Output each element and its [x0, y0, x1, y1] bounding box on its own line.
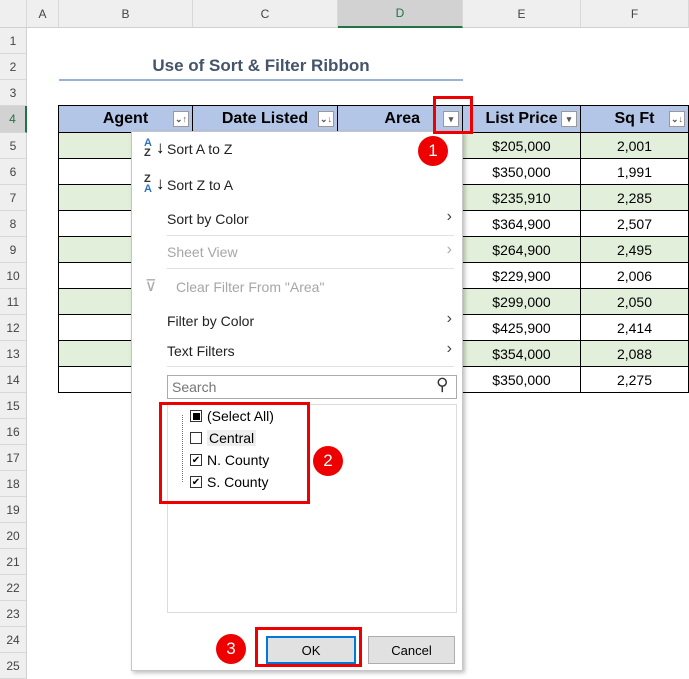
filter-by-color[interactable]: Filter by Color — [167, 313, 254, 329]
filter-dropdown-menu: AZ ↓ Sort A to Z ZA ↓ Sort Z to A Sort b… — [131, 131, 463, 671]
step-badge-3: 3 — [216, 634, 246, 664]
row-header-15[interactable]: 15 — [0, 393, 27, 419]
search-icon: ⚲ — [436, 375, 449, 394]
row-header-23[interactable]: 23 — [0, 601, 27, 627]
row-header-24[interactable]: 24 — [0, 627, 27, 653]
title-underline — [59, 79, 463, 81]
arrow-down-icon: ↓ — [156, 138, 165, 157]
table-cell-price[interactable]: $350,000 — [462, 366, 581, 393]
table-cell-sqft[interactable]: 2,275 — [580, 366, 689, 393]
table-cell-price[interactable]: $425,900 — [462, 314, 581, 341]
cancel-button[interactable]: Cancel — [368, 636, 455, 664]
table-cell-sqft[interactable]: 2,495 — [580, 236, 689, 263]
table-cell-sqft[interactable]: 2,414 — [580, 314, 689, 341]
column-header-C[interactable]: C — [193, 0, 338, 28]
chevron-right-icon: › — [446, 310, 452, 327]
column-header-F[interactable]: F — [581, 0, 689, 28]
table-cell-price[interactable]: $205,000 — [462, 132, 581, 159]
header-label: Sq Ft — [614, 110, 655, 127]
chevron-right-icon: › — [446, 340, 452, 357]
row-header-7[interactable]: 7 — [0, 185, 27, 211]
header-label: Agent — [102, 110, 149, 127]
row-header-3[interactable]: 3 — [0, 80, 27, 106]
row-header-6[interactable]: 6 — [0, 159, 27, 185]
divider — [167, 366, 454, 367]
table-header-cell: List Price ▾ — [462, 105, 581, 133]
step-badge-1: 1 — [418, 136, 448, 166]
table-cell-sqft[interactable]: 2,507 — [580, 210, 689, 237]
filter-dropdown-button[interactable]: ⌄↓ — [669, 111, 685, 127]
table-cell-sqft[interactable]: 1,991 — [580, 158, 689, 185]
row-header-17[interactable]: 17 — [0, 445, 27, 471]
table-cell-price[interactable]: $235,910 — [462, 184, 581, 211]
header-label: List Price — [485, 110, 558, 127]
row-header-9[interactable]: 9 — [0, 237, 27, 263]
sheet-title: Use of Sort & Filter Ribbon — [152, 56, 370, 75]
sort-za-icon: ZA — [144, 173, 152, 195]
row-header-18[interactable]: 18 — [0, 471, 27, 497]
divider — [167, 235, 454, 236]
annotation-box-3 — [255, 627, 362, 667]
row-header-11[interactable]: 11 — [0, 289, 27, 315]
row-header-25[interactable]: 25 — [0, 653, 27, 679]
table-header-cell: Agent ⌄↑ — [58, 105, 193, 133]
row-header-1[interactable]: 1 — [0, 28, 27, 54]
sheet-view: Sheet View — [167, 244, 238, 260]
table-cell-sqft[interactable]: 2,088 — [580, 340, 689, 367]
row-header-20[interactable]: 20 — [0, 523, 27, 549]
divider — [167, 268, 454, 269]
row-header-21[interactable]: 21 — [0, 549, 27, 575]
search-input[interactable] — [167, 375, 457, 399]
row-header-2[interactable]: 2 — [0, 54, 27, 80]
row-header-5[interactable]: 5 — [0, 133, 27, 159]
text-filters[interactable]: Text Filters — [167, 343, 235, 359]
column-header-E[interactable]: E — [463, 0, 581, 28]
row-header-14[interactable]: 14 — [0, 367, 27, 393]
filter-dropdown-button[interactable]: ▾ — [561, 111, 577, 127]
table-cell-sqft[interactable]: 2,001 — [580, 132, 689, 159]
filter-dropdown-button[interactable]: ⌄↓ — [318, 111, 334, 127]
annotation-box-2 — [159, 402, 310, 504]
chevron-right-icon: › — [446, 241, 452, 258]
row-header-19[interactable]: 19 — [0, 497, 27, 523]
annotation-box-1 — [433, 96, 473, 134]
filter-dropdown-button[interactable]: ⌄↑ — [173, 111, 189, 127]
table-cell-price[interactable]: $354,000 — [462, 340, 581, 367]
table-cell-price[interactable]: $350,000 — [462, 158, 581, 185]
clear-filter: Clear Filter From "Area" — [176, 279, 325, 295]
row-header-13[interactable]: 13 — [0, 341, 27, 367]
table-cell-price[interactable]: $364,900 — [462, 210, 581, 237]
step-badge-2: 2 — [313, 446, 343, 476]
clear-filter-icon: ⊽ — [145, 278, 157, 295]
column-header-D[interactable]: D — [338, 0, 463, 28]
table-header-cell: Date Listed ⌄↓ — [192, 105, 338, 133]
sort-by-color[interactable]: Sort by Color — [167, 211, 249, 227]
table-cell-price[interactable]: $299,000 — [462, 288, 581, 315]
row-header-12[interactable]: 12 — [0, 315, 27, 341]
column-header-A[interactable]: A — [27, 0, 59, 28]
table-cell-sqft[interactable]: 2,285 — [580, 184, 689, 211]
arrow-down-icon: ↓ — [156, 174, 165, 193]
row-header-22[interactable]: 22 — [0, 575, 27, 601]
row-header-10[interactable]: 10 — [0, 263, 27, 289]
header-label: Area — [384, 110, 420, 127]
column-header-B[interactable]: B — [59, 0, 193, 28]
sort-z-to-a[interactable]: Sort Z to A — [167, 177, 233, 193]
row-header-4[interactable]: 4 — [0, 106, 27, 133]
table-cell-price[interactable]: $264,900 — [462, 236, 581, 263]
table-header-cell: Sq Ft ⌄↓ — [580, 105, 689, 133]
sort-az-icon: AZ — [144, 137, 152, 159]
row-header-16[interactable]: 16 — [0, 419, 27, 445]
table-cell-sqft[interactable]: 2,050 — [580, 288, 689, 315]
table-cell-price[interactable]: $229,900 — [462, 262, 581, 289]
header-label: Date Listed — [221, 110, 309, 127]
chevron-right-icon: › — [446, 208, 452, 225]
table-cell-sqft[interactable]: 2,006 — [580, 262, 689, 289]
sort-a-to-z[interactable]: Sort A to Z — [167, 141, 232, 157]
select-all-corner[interactable] — [0, 0, 27, 28]
row-header-8[interactable]: 8 — [0, 211, 27, 237]
